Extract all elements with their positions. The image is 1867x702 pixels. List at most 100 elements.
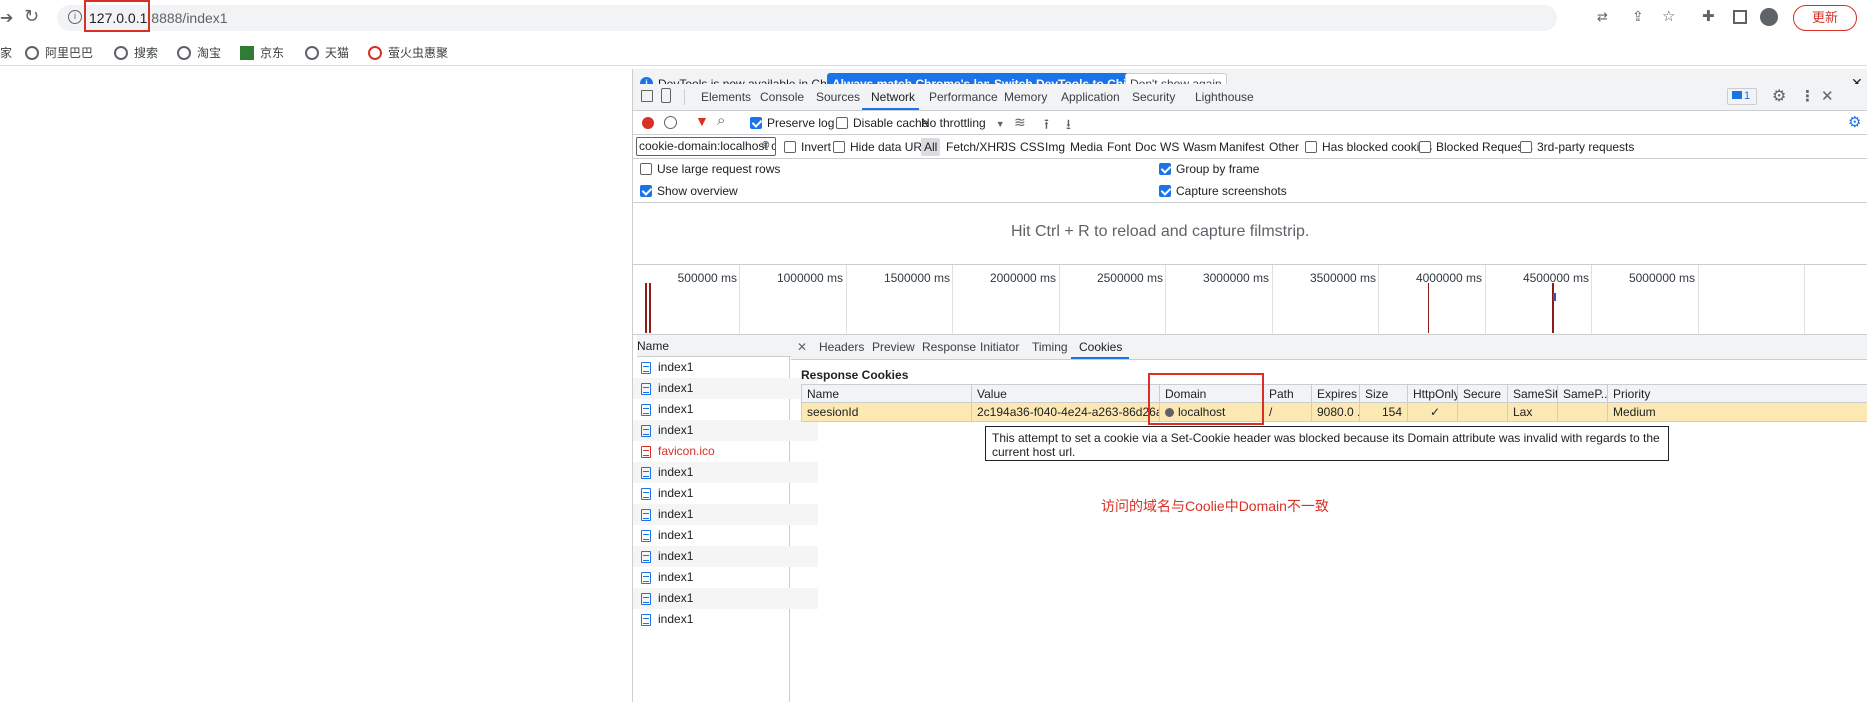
show-overview-checkbox[interactable]: Show overview (640, 184, 738, 198)
disable-cache-checkbox[interactable]: Disable cache (836, 116, 928, 130)
throttling-select[interactable]: No throttling ▼ (921, 116, 1005, 130)
filter-input[interactable]: cookie-domain:localhost co (636, 137, 776, 156)
forward-icon[interactable]: ➔ (0, 8, 13, 28)
filter-icon[interactable]: ▼ (695, 113, 709, 129)
close-devtools-icon[interactable]: ✕ (1821, 87, 1834, 105)
cookie-row[interactable]: seesionId 2c194a36-f040-4e24-a263-86d26a… (801, 403, 1867, 422)
request-name: index1 (658, 402, 694, 416)
reload-icon[interactable]: ↻ (24, 6, 39, 27)
document-icon (641, 362, 651, 374)
type-filter-all[interactable]: All (921, 138, 941, 156)
tab-timing[interactable]: Timing (1032, 335, 1068, 360)
bookmark-item[interactable]: 淘宝 (177, 44, 221, 61)
request-name: index1 (658, 528, 694, 542)
col-samesite[interactable]: SameSite (1508, 385, 1558, 402)
inspect-element-icon[interactable] (641, 90, 653, 102)
share-icon[interactable]: ⇪ (1632, 8, 1644, 25)
clear-icon[interactable] (664, 116, 677, 129)
col-value[interactable]: Value (972, 385, 1160, 402)
timeline-tick-label: 4500000 ms (1522, 271, 1589, 285)
tab-elements[interactable]: Elements (701, 84, 751, 110)
col-samep[interactable]: SameP... (1558, 385, 1608, 402)
tab-security[interactable]: Security (1132, 84, 1175, 110)
col-httponly[interactable]: HttpOnly (1408, 385, 1458, 402)
tab-network[interactable]: Network (871, 84, 915, 110)
tab-response[interactable]: Response (922, 335, 976, 360)
preserve-log-checkbox[interactable]: Preserve log (750, 116, 834, 130)
request-name: index1 (658, 360, 694, 374)
type-filter-css[interactable]: CSS (1020, 140, 1045, 154)
large-rows-checkbox[interactable]: Use large request rows (640, 162, 780, 176)
type-filter-other[interactable]: Other (1269, 140, 1299, 154)
request-name: index1 (658, 465, 694, 479)
translate-icon[interactable]: ⇄ (1597, 9, 1608, 25)
sidepanel-icon[interactable] (1733, 10, 1747, 24)
type-filter-font[interactable]: Font (1107, 140, 1131, 154)
issues-badge[interactable]: 1 (1727, 88, 1757, 105)
settings-gear-icon[interactable]: ⚙ (1772, 86, 1786, 106)
col-expires[interactable]: Expires ... (1312, 385, 1360, 402)
address-bar[interactable]: i 127.0.0.1:8888/index1 ⇄ (57, 5, 1608, 31)
tab-initiator[interactable]: Initiator (980, 335, 1019, 360)
network-settings-pane: Use large request rows Group by frame Sh… (633, 159, 1867, 203)
type-filter-js[interactable]: JS (1002, 140, 1016, 154)
network-conditions-icon[interactable]: ≋ (1014, 114, 1026, 131)
bookmark-item[interactable]: 萤火虫惠聚 (368, 44, 448, 61)
bookmark-star-icon[interactable]: ☆ (1662, 7, 1675, 25)
record-button[interactable] (642, 117, 654, 129)
request-name: index1 (658, 549, 694, 563)
tab-headers[interactable]: Headers (819, 335, 864, 360)
hide-data-urls-checkbox[interactable]: Hide data URLs (833, 140, 935, 154)
tab-application[interactable]: Application (1061, 84, 1120, 110)
tab-sources[interactable]: Sources (816, 84, 860, 110)
bookmark-item[interactable]: 阿里巴巴 (25, 44, 93, 61)
profile-avatar[interactable] (1760, 8, 1778, 26)
tab-preview[interactable]: Preview (872, 335, 915, 360)
type-filter-manifest[interactable]: Manifest (1219, 140, 1264, 154)
type-filter-ws[interactable]: WS (1160, 140, 1179, 154)
has-blocked-cookies-checkbox[interactable]: Has blocked cookies (1305, 140, 1432, 154)
requests-panel: Name index1 index1 index1 index1 favicon.ico… (633, 334, 1867, 702)
update-button[interactable]: 更新 (1793, 5, 1857, 31)
capture-screenshots-checkbox[interactable]: Capture screenshots (1159, 184, 1287, 198)
tab-performance[interactable]: Performance (929, 84, 998, 110)
search-icon[interactable]: ⌕ (717, 112, 725, 129)
bookmark-item[interactable]: 天猫 (305, 44, 349, 61)
col-secure[interactable]: Secure (1458, 385, 1508, 402)
clear-filter-icon[interactable]: ⊗ (761, 138, 770, 151)
third-party-checkbox[interactable]: 3rd-party requests (1520, 140, 1634, 154)
document-icon (641, 467, 651, 479)
type-filter-fetch-xhr[interactable]: Fetch/XHR (946, 140, 1005, 154)
col-priority[interactable]: Priority (1608, 385, 1867, 402)
more-options-icon[interactable]: ⋮ (1800, 87, 1815, 105)
device-toolbar-icon[interactable] (661, 88, 671, 103)
cookie-size: 154 (1360, 403, 1408, 421)
timeline-event-marker (645, 283, 647, 333)
group-by-frame-checkbox[interactable]: Group by frame (1159, 162, 1259, 176)
invert-checkbox[interactable]: Invert (784, 140, 831, 154)
bookmark-item[interactable]: 家 (0, 44, 12, 61)
col-size[interactable]: Size (1360, 385, 1408, 402)
close-details-icon[interactable]: ✕ (797, 340, 807, 354)
col-name[interactable]: Name (802, 385, 972, 402)
name-column-header[interactable]: Name (637, 335, 792, 357)
response-cookies-title: Response Cookies (801, 368, 909, 382)
timeline-event-marker (649, 283, 651, 333)
type-filter-doc[interactable]: Doc (1135, 140, 1156, 154)
message-icon (1732, 91, 1742, 99)
site-info-icon[interactable]: i (68, 10, 82, 24)
type-filter-media[interactable]: Media (1070, 140, 1103, 154)
tab-lighthouse[interactable]: Lighthouse (1195, 84, 1254, 110)
type-filter-img[interactable]: Img (1045, 140, 1065, 154)
bookmark-item[interactable]: 搜索 (114, 44, 158, 61)
tab-memory[interactable]: Memory (1004, 84, 1047, 110)
col-path[interactable]: Path (1264, 385, 1312, 402)
timeline-tick-label: 2500000 ms (1096, 271, 1163, 285)
blocked-requests-checkbox[interactable]: Blocked Requests (1419, 140, 1533, 154)
bookmark-item[interactable]: 京东 (240, 44, 284, 61)
tab-console[interactable]: Console (760, 84, 804, 110)
type-filter-wasm[interactable]: Wasm (1183, 140, 1217, 154)
extensions-icon[interactable]: ✚ (1702, 7, 1715, 25)
network-settings-gear-icon[interactable]: ⚙ (1848, 113, 1861, 131)
request-name: index1 (658, 507, 694, 521)
